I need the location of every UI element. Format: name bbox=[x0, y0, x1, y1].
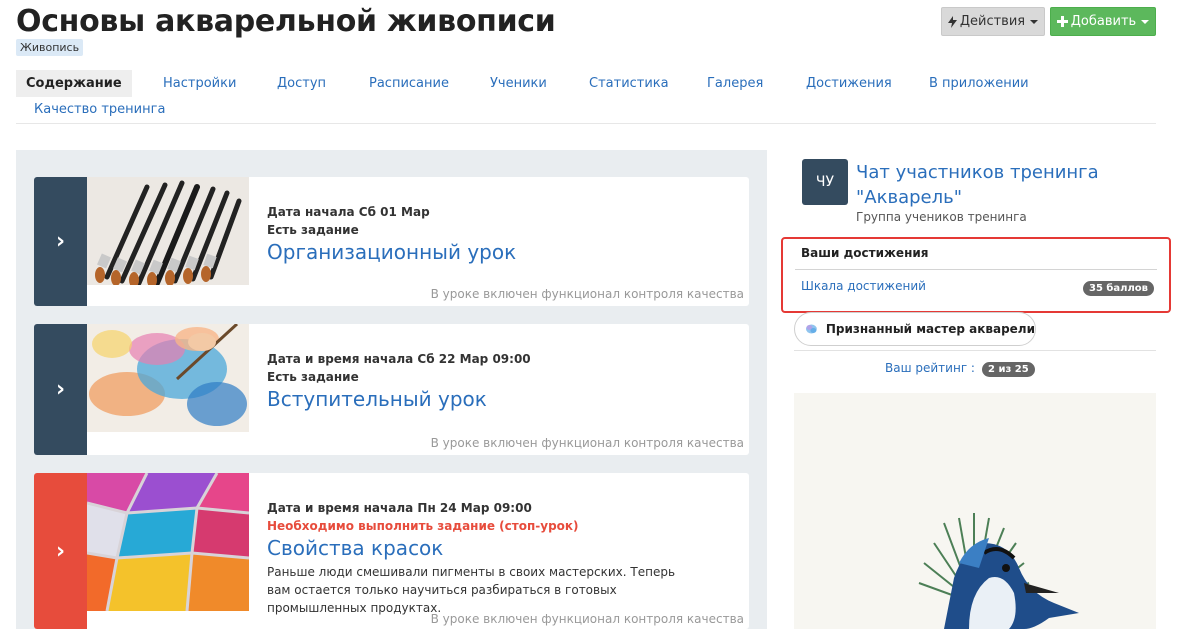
lesson-title-link[interactable]: Свойства красок bbox=[267, 535, 737, 561]
lesson-quality-note: В уроке включен функционал контроля каче… bbox=[430, 287, 744, 301]
rating-badge: 2 из 25 bbox=[982, 362, 1035, 377]
tab-schedule[interactable]: Расписание bbox=[359, 70, 459, 97]
lesson-body: Дата начала Сб 01 Мар Есть задание Орган… bbox=[267, 203, 737, 265]
tab-statistics[interactable]: Статистика bbox=[579, 70, 679, 97]
lesson-date: Дата начала Сб 01 Мар bbox=[267, 205, 430, 219]
tab-content[interactable]: Содержание bbox=[16, 70, 132, 97]
points-badge: 35 баллов bbox=[1083, 281, 1154, 296]
chevron-right-icon[interactable]: › bbox=[34, 324, 87, 455]
plus-icon bbox=[1056, 16, 1068, 27]
add-button-label: Добавить bbox=[1070, 14, 1137, 29]
chat-title-link[interactable]: Чат участников тренинга "Акварель" bbox=[856, 160, 1116, 210]
lesson-image-pigments[interactable] bbox=[87, 473, 249, 611]
tab-gallery[interactable]: Галерея bbox=[697, 70, 773, 97]
lesson-task-status: Есть задание bbox=[267, 370, 359, 384]
lesson-card[interactable]: › Дата и время начала Пн 24 Мар 09:00 Не… bbox=[34, 473, 749, 629]
achievements-scale-link[interactable]: Шкала достижений bbox=[801, 279, 926, 293]
lesson-card[interactable]: › Дата и время начала Сб 22 Мар 09:00 Ес… bbox=[34, 324, 749, 455]
lesson-quality-note: В уроке включен функционал контроля каче… bbox=[430, 436, 744, 450]
lesson-title-link[interactable]: Организационный урок bbox=[267, 239, 737, 265]
chevron-right-icon[interactable]: › bbox=[34, 177, 87, 306]
tab-training-quality[interactable]: Качество тренинга bbox=[24, 96, 175, 123]
lessons-list: › Дата начала Сб 01 Мар Есть задание Орг… bbox=[16, 150, 767, 629]
lesson-description: Раньше люди смешивали пигменты в своих м… bbox=[267, 565, 676, 615]
page-title: Основы акварельной живописи bbox=[16, 4, 556, 39]
lesson-title-link[interactable]: Вступительный урок bbox=[267, 386, 737, 412]
rating-label[interactable]: Ваш рейтинг : bbox=[885, 361, 975, 375]
achievement-badge-label: Признанный мастер акварели bbox=[825, 322, 1035, 336]
actions-button[interactable]: Действия bbox=[941, 7, 1045, 36]
tab-in-app[interactable]: В приложении bbox=[919, 70, 1039, 97]
actions-button-label: Действия bbox=[959, 14, 1026, 29]
watercolor-blot-icon bbox=[805, 324, 817, 334]
caret-down-icon bbox=[1030, 19, 1039, 24]
tab-settings[interactable]: Настройки bbox=[153, 70, 246, 97]
tab-achievements[interactable]: Достижения bbox=[796, 70, 902, 97]
lesson-card[interactable]: › Дата начала Сб 01 Мар Есть задание Орг… bbox=[34, 177, 749, 306]
chevron-right-icon[interactable]: › bbox=[34, 473, 87, 629]
lesson-stop-task-status: Необходимо выполнить задание (стоп-урок) bbox=[267, 519, 579, 533]
achievements-header: Ваши достижения bbox=[801, 246, 929, 260]
divider bbox=[794, 350, 1156, 351]
divider bbox=[795, 269, 1157, 270]
lesson-task-status: Есть задание bbox=[267, 223, 359, 237]
chat-avatar[interactable]: ЧУ bbox=[802, 159, 848, 205]
lesson-image-brushes[interactable] bbox=[87, 177, 249, 285]
achievements-box: Ваши достижения Шкала достижений 35 балл… bbox=[781, 237, 1171, 313]
bird-illustration bbox=[794, 393, 1156, 629]
caret-down-icon bbox=[1141, 19, 1150, 24]
tab-access[interactable]: Доступ bbox=[267, 70, 336, 97]
achievement-badge-pill[interactable]: Признанный мастер акварели bbox=[794, 312, 1036, 346]
lesson-image-watercolor[interactable] bbox=[87, 324, 249, 432]
lesson-date: Дата и время начала Пн 24 Мар 09:00 bbox=[267, 501, 532, 515]
lesson-date: Дата и время начала Сб 22 Мар 09:00 bbox=[267, 352, 531, 366]
lesson-body: Дата и время начала Пн 24 Мар 09:00 Необ… bbox=[267, 499, 737, 617]
lesson-quality-note: В уроке включен функционал контроля каче… bbox=[430, 612, 744, 626]
course-tabs: Содержание Настройки Доступ Расписание У… bbox=[16, 69, 1156, 124]
lesson-body: Дата и время начала Сб 22 Мар 09:00 Есть… bbox=[267, 350, 737, 412]
tab-students[interactable]: Ученики bbox=[480, 70, 557, 97]
lightning-icon bbox=[947, 15, 957, 28]
category-tag[interactable]: Живопись bbox=[16, 39, 84, 56]
chat-subtitle: Группа учеников тренинга bbox=[856, 210, 1027, 224]
add-button[interactable]: Добавить bbox=[1050, 7, 1156, 36]
